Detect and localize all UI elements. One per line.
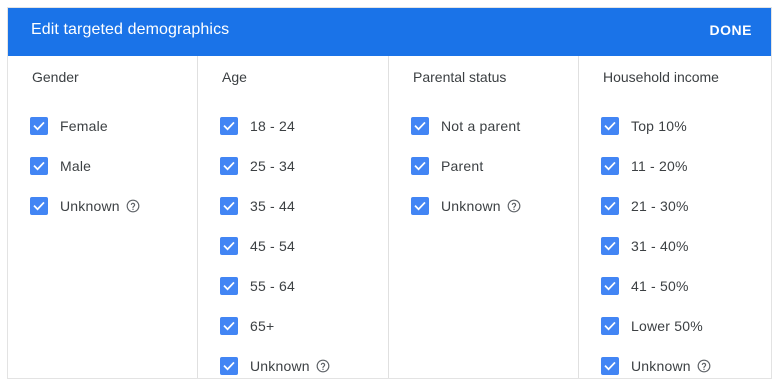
option-age-unknown[interactable]: Unknown — [220, 354, 330, 378]
column-title: Parental status — [413, 69, 507, 85]
check-icon — [223, 321, 235, 331]
check-icon — [223, 161, 235, 171]
check-icon — [604, 161, 616, 171]
check-icon — [604, 121, 616, 131]
checkbox[interactable] — [220, 357, 238, 375]
check-icon — [604, 281, 616, 291]
dialog-title: Edit targeted demographics — [31, 21, 230, 38]
column-title: Household income — [603, 69, 719, 85]
option-household-income-31-40[interactable]: 31 - 40% — [601, 234, 689, 258]
option-age-18-24[interactable]: 18 - 24 — [220, 114, 295, 138]
option-label: 18 - 24 — [250, 118, 295, 134]
option-label: Unknown — [441, 198, 501, 214]
check-icon — [33, 161, 45, 171]
option-age-25-34[interactable]: 25 - 34 — [220, 154, 295, 178]
option-age-55-64[interactable]: 55 - 64 — [220, 274, 295, 298]
check-icon — [223, 201, 235, 211]
column-age: Age 18 - 24 25 - 34 35 - 44 45 - 54 55 - 64 65… — [198, 56, 389, 378]
option-age-65[interactable]: 65+ — [220, 314, 274, 338]
checkbox[interactable] — [601, 277, 619, 295]
checkbox[interactable] — [601, 357, 619, 375]
help-circle-icon[interactable] — [126, 199, 140, 213]
checkbox[interactable] — [601, 317, 619, 335]
option-label: Top 10% — [631, 118, 687, 134]
option-label: 25 - 34 — [250, 158, 295, 174]
check-icon — [604, 241, 616, 251]
checkbox[interactable] — [411, 157, 429, 175]
option-household-income-unknown[interactable]: Unknown — [601, 354, 711, 378]
option-label: Unknown — [250, 358, 310, 374]
checkbox[interactable] — [601, 197, 619, 215]
option-household-income-11-20[interactable]: 11 - 20% — [601, 154, 688, 178]
option-label: Female — [60, 118, 108, 134]
checkbox[interactable] — [601, 157, 619, 175]
option-label: Not a parent — [441, 118, 521, 134]
check-icon — [223, 281, 235, 291]
option-label: 55 - 64 — [250, 278, 295, 294]
option-label: Male — [60, 158, 92, 174]
checkbox[interactable] — [220, 197, 238, 215]
checkbox[interactable] — [601, 237, 619, 255]
option-label: Unknown — [631, 358, 691, 374]
option-label: 31 - 40% — [631, 238, 689, 254]
check-icon — [33, 121, 45, 131]
option-age-45-54[interactable]: 45 - 54 — [220, 234, 295, 258]
checkbox[interactable] — [601, 117, 619, 135]
check-icon — [223, 241, 235, 251]
demographics-columns: Gender Female Male Unknown Age 18 - 24 25 - 34… — [8, 56, 771, 378]
check-icon — [414, 161, 426, 171]
option-label: Lower 50% — [631, 318, 703, 334]
checkbox[interactable] — [411, 117, 429, 135]
checkbox[interactable] — [30, 117, 48, 135]
checkbox[interactable] — [220, 317, 238, 335]
option-label: 11 - 20% — [631, 158, 688, 174]
checkbox[interactable] — [30, 157, 48, 175]
check-icon — [33, 201, 45, 211]
option-parental-status-unknown[interactable]: Unknown — [411, 194, 521, 218]
column-gender: Gender Female Male Unknown — [8, 56, 198, 378]
column-household-income: Household income Top 10% 11 - 20% 21 - 30% 3… — [579, 56, 771, 378]
checkbox[interactable] — [220, 277, 238, 295]
check-icon — [414, 201, 426, 211]
checkbox[interactable] — [30, 197, 48, 215]
checkbox[interactable] — [220, 237, 238, 255]
done-button[interactable]: DONE — [710, 22, 752, 38]
check-icon — [604, 361, 616, 371]
option-parental-status-not-a-parent[interactable]: Not a parent — [411, 114, 520, 138]
column-title: Age — [222, 69, 247, 85]
option-household-income-lower-50[interactable]: Lower 50% — [601, 314, 703, 338]
column-title: Gender — [32, 69, 79, 85]
help-circle-icon[interactable] — [507, 199, 521, 213]
option-label: 45 - 54 — [250, 238, 295, 254]
option-label: Parent — [441, 158, 484, 174]
option-gender-unknown[interactable]: Unknown — [30, 194, 140, 218]
option-parental-status-parent[interactable]: Parent — [411, 154, 483, 178]
option-label: 35 - 44 — [250, 198, 295, 214]
help-circle-icon[interactable] — [316, 359, 330, 373]
column-parental-status: Parental status Not a parent Parent Unknown — [389, 56, 579, 378]
option-label: 41 - 50% — [631, 278, 689, 294]
checkbox[interactable] — [411, 197, 429, 215]
option-household-income-41-50[interactable]: 41 - 50% — [601, 274, 689, 298]
edit-demographics-dialog: Edit targeted demographics DONE Gender Fe… — [7, 7, 772, 379]
check-icon — [223, 121, 235, 131]
option-age-35-44[interactable]: 35 - 44 — [220, 194, 295, 218]
checkbox[interactable] — [220, 157, 238, 175]
check-icon — [604, 321, 616, 331]
help-circle-icon[interactable] — [697, 359, 711, 373]
check-icon — [414, 121, 426, 131]
option-household-income-21-30[interactable]: 21 - 30% — [601, 194, 689, 218]
check-icon — [604, 201, 616, 211]
option-gender-female[interactable]: Female — [30, 114, 108, 138]
check-icon — [223, 361, 235, 371]
checkbox[interactable] — [220, 117, 238, 135]
option-household-income-top-10[interactable]: Top 10% — [601, 114, 687, 138]
dialog-header: Edit targeted demographics DONE — [8, 8, 771, 56]
option-gender-male[interactable]: Male — [30, 154, 91, 178]
option-label: Unknown — [60, 198, 120, 214]
option-label: 21 - 30% — [631, 198, 689, 214]
option-label: 65+ — [250, 318, 275, 334]
